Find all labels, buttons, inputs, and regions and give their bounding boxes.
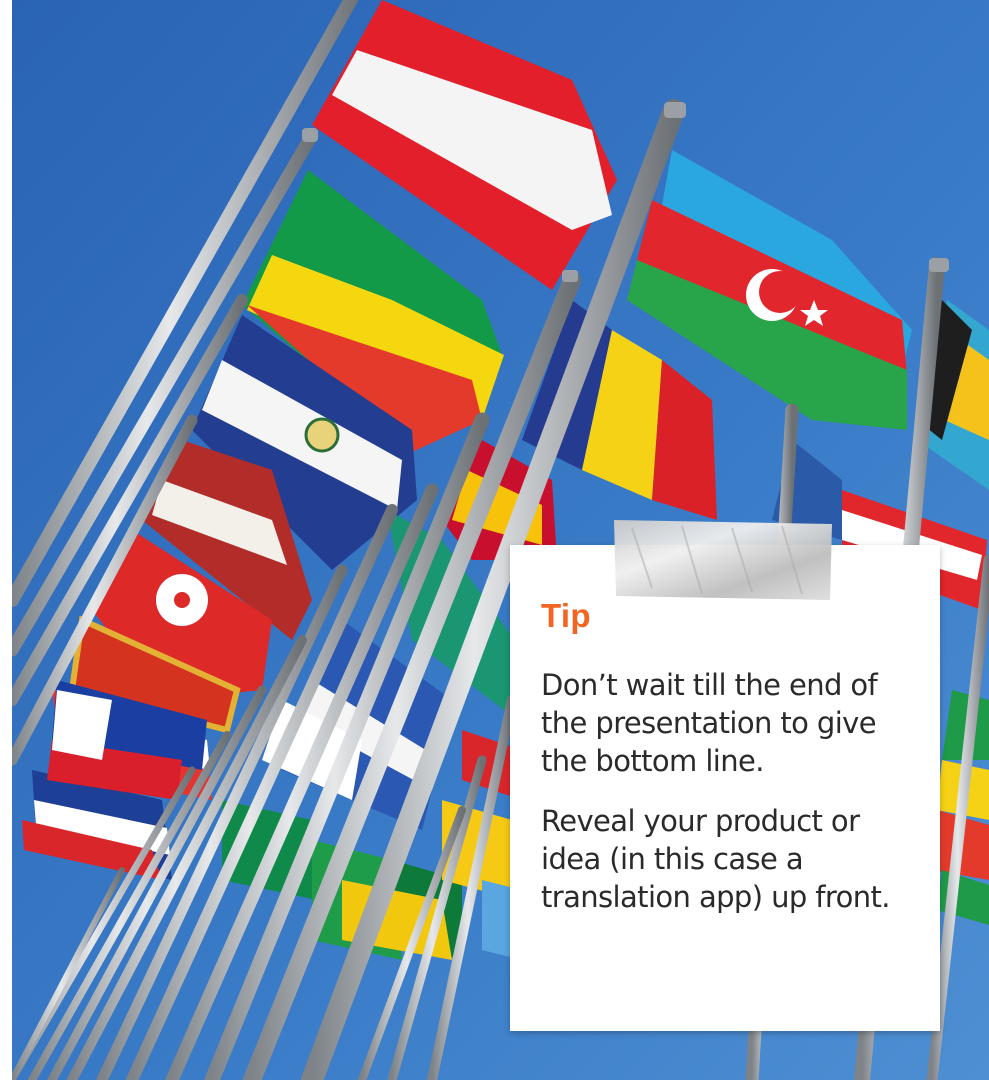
tip-title: Tip <box>541 597 591 634</box>
tip-paragraph-1: Don’t wait till the end of the presentat… <box>541 668 878 778</box>
tip-card: Tip Don’t wait till the end of the prese… <box>510 545 940 1031</box>
tape-strip <box>614 520 832 600</box>
tip-paragraph-2: Reveal your product or idea (in this cas… <box>541 804 890 914</box>
